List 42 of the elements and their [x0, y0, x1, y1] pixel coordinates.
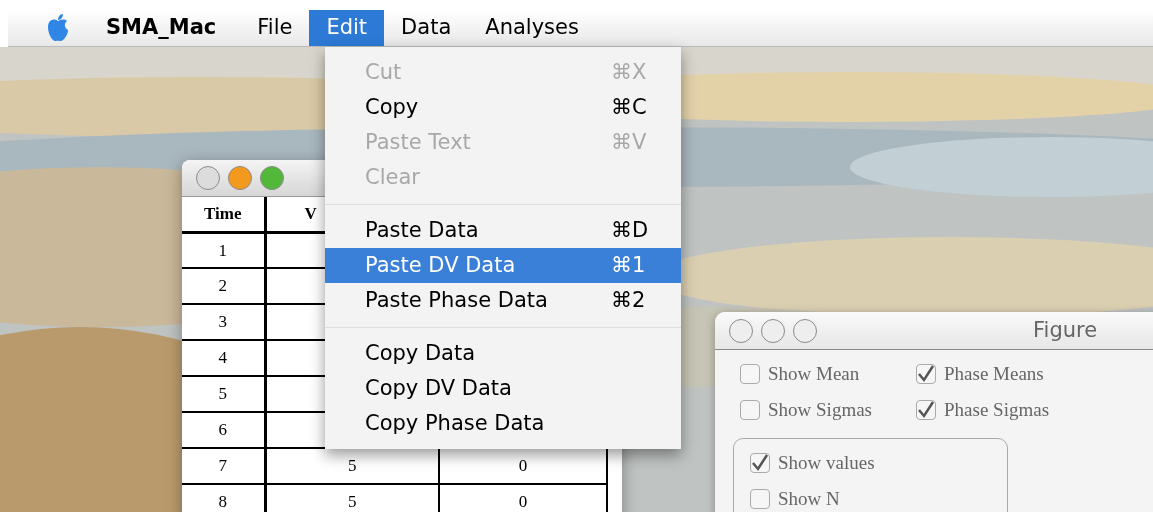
table-cell: 4: [182, 340, 265, 376]
checkbox-label: Show Mean: [768, 361, 860, 386]
checkbox-label: Show N: [778, 486, 840, 511]
menu-title[interactable]: Edit: [309, 10, 385, 46]
checkbox-label: Show values: [778, 450, 875, 475]
window-title: Figure: [1033, 316, 1098, 344]
checkbox[interactable]: [740, 364, 760, 384]
menu-title[interactable]: Data: [384, 10, 469, 46]
checkbox[interactable]: [750, 453, 770, 473]
table-cell: 1: [182, 232, 265, 268]
table-cell: 6: [182, 412, 265, 448]
menu-item[interactable]: Paste Phase Data ⌘2: [325, 283, 681, 318]
window-control-icon[interactable]: [228, 166, 252, 190]
table-cell: 5: [182, 376, 265, 412]
menu-item[interactable]: Copy DV Data: [325, 371, 681, 406]
checkbox-label: Phase Sigmas: [944, 397, 1050, 422]
menu-item[interactable]: Paste DV Data ⌘1: [325, 248, 681, 283]
menu-title[interactable]: Analyses: [468, 10, 596, 46]
menu-item[interactable]: Copy Phase Data: [325, 406, 681, 441]
menu-title[interactable]: File: [240, 10, 310, 46]
table-cell: 8: [182, 484, 265, 512]
window-control-icon[interactable]: [793, 318, 817, 343]
window-control-icon[interactable]: [260, 166, 284, 190]
table-cell: 3: [182, 304, 265, 340]
menu-item[interactable]: Copy ⌘C: [325, 90, 681, 125]
table-cell: 0: [439, 484, 607, 512]
checkbox-label: Show Sigmas: [768, 397, 872, 422]
window-control-icon[interactable]: [196, 166, 220, 190]
apple-logo-icon[interactable]: [45, 13, 71, 43]
window-control-icon[interactable]: [761, 318, 785, 343]
checkbox[interactable]: [750, 489, 770, 509]
checkbox[interactable]: [916, 400, 936, 420]
column-header: Time: [182, 197, 265, 232]
table-cell: 5: [265, 484, 439, 512]
checkbox[interactable]: [740, 400, 760, 420]
menu-item[interactable]: Copy Data: [325, 336, 681, 371]
table-cell: 2: [182, 268, 265, 304]
window-control-icon[interactable]: [729, 318, 753, 343]
checkbox[interactable]: [916, 364, 936, 384]
app-name[interactable]: SMA_Mac: [106, 12, 217, 44]
table-cell: 7: [182, 448, 265, 484]
checkbox-label: Phase Means: [944, 361, 1044, 386]
